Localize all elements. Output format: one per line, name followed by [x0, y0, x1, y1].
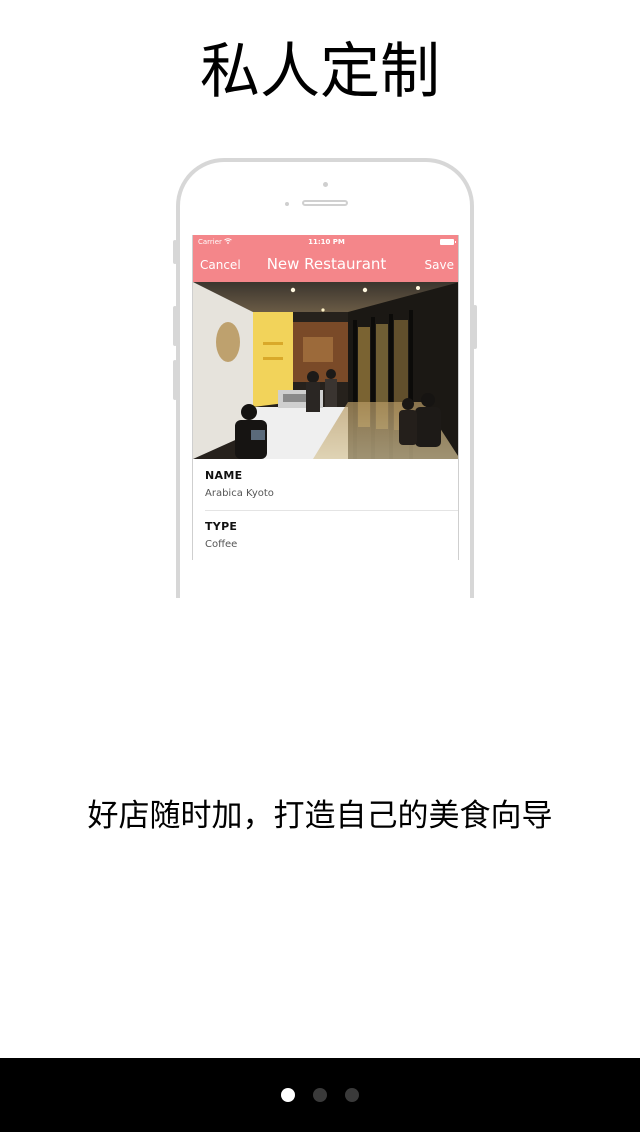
restaurant-photo-image	[193, 282, 458, 459]
status-time: 11:10 PM	[308, 238, 345, 246]
name-field-value[interactable]: Arabica Kyoto	[205, 488, 458, 499]
page-title: 私人定制	[200, 37, 440, 107]
battery-icon	[440, 239, 456, 245]
phone-speaker	[302, 200, 348, 206]
phone-screen: Carrier 11:10 PM Cancel New Restaurant S…	[192, 235, 459, 560]
phone-sensor-icon	[285, 202, 289, 206]
page-dot-2[interactable]	[313, 1088, 327, 1102]
walkthrough-page[interactable]: 私人定制 Carrier 11:10 PM Cancel New Restaur…	[0, 0, 640, 1132]
type-field-label: TYPE	[205, 520, 238, 533]
nav-title: New Restaurant	[266, 255, 387, 273]
type-field-value[interactable]: Coffee	[205, 539, 458, 550]
name-field[interactable]: NAME Arabica Kyoto	[205, 469, 458, 499]
phone-mute-switch	[173, 240, 177, 264]
page-subtitle: 好店随时加，打造自己的美食向导	[87, 798, 553, 834]
page-control-bar	[0, 1058, 640, 1132]
restaurant-photo[interactable]	[193, 282, 458, 459]
field-divider	[205, 510, 458, 511]
phone-camera-icon	[323, 182, 328, 187]
type-field[interactable]: TYPE Coffee	[205, 520, 458, 550]
phone-volume-down	[173, 360, 177, 400]
phone-power-button	[473, 305, 477, 349]
page-dot-1[interactable]	[281, 1088, 295, 1102]
save-button[interactable]: Save	[425, 258, 454, 272]
page-dot-3[interactable]	[345, 1088, 359, 1102]
phone-volume-up	[173, 306, 177, 346]
navigation-bar: Carrier 11:10 PM Cancel New Restaurant S…	[193, 235, 458, 282]
name-field-label: NAME	[205, 469, 243, 482]
